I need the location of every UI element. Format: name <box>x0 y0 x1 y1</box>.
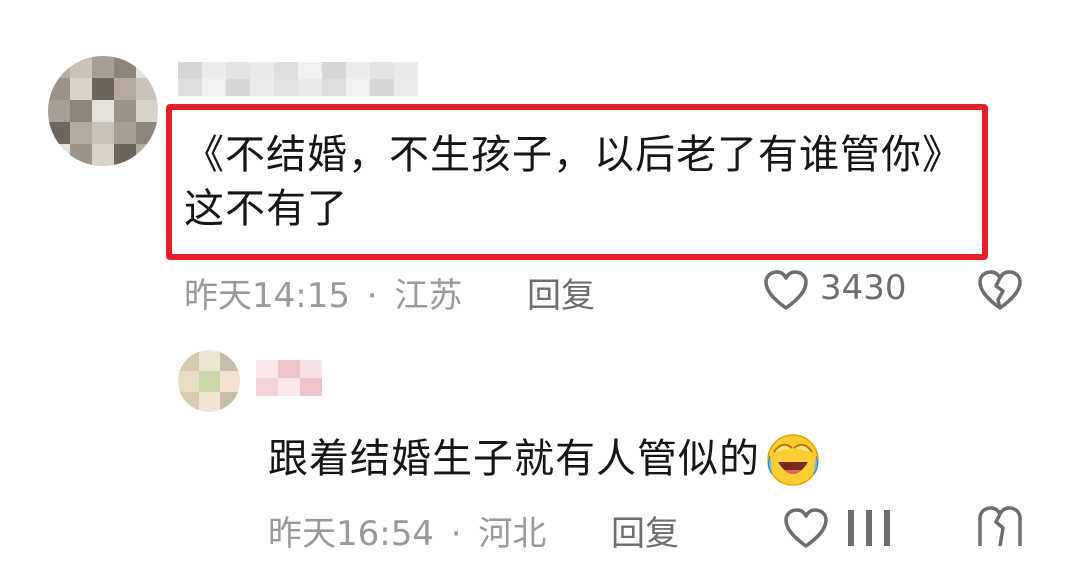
like-count-cropped-glyphs <box>842 510 902 546</box>
comment-text-content: 跟着结婚生子就有人管似的 <box>268 436 760 482</box>
comment-meta: 昨天16:54 · 河北 <box>268 506 546 555</box>
heart-icon[interactable] <box>762 268 810 312</box>
like-count: 3430 <box>820 268 907 308</box>
laughing-crying-emoji-icon <box>764 430 822 488</box>
reply-button[interactable]: 回复 <box>611 506 679 555</box>
comment-time: 昨天14:15 <box>184 276 350 316</box>
username-blurred[interactable] <box>256 360 322 396</box>
comment-text: 跟着结婚生子就有人管似的 <box>268 430 822 488</box>
dislike-broken-heart-icon[interactable] <box>976 268 1024 312</box>
username-blurred[interactable] <box>178 62 418 96</box>
heart-icon[interactable] <box>782 506 830 550</box>
dislike-broken-heart-icon[interactable] <box>976 506 1024 546</box>
comment-text: 《不结婚，不生孩子，以后老了有谁管你》这不有了 <box>184 132 963 232</box>
avatar-blurred[interactable] <box>178 350 240 412</box>
meta-separator: · <box>450 514 462 554</box>
comment-location: 河北 <box>478 514 547 554</box>
comment-location: 江苏 <box>394 276 463 316</box>
meta-separator: · <box>366 276 378 316</box>
avatar-blurred[interactable] <box>48 56 158 166</box>
comment-time: 昨天16:54 <box>268 514 434 554</box>
reply-button[interactable]: 回复 <box>527 268 595 317</box>
comment-meta: 昨天14:15 · 江苏 <box>184 268 462 317</box>
